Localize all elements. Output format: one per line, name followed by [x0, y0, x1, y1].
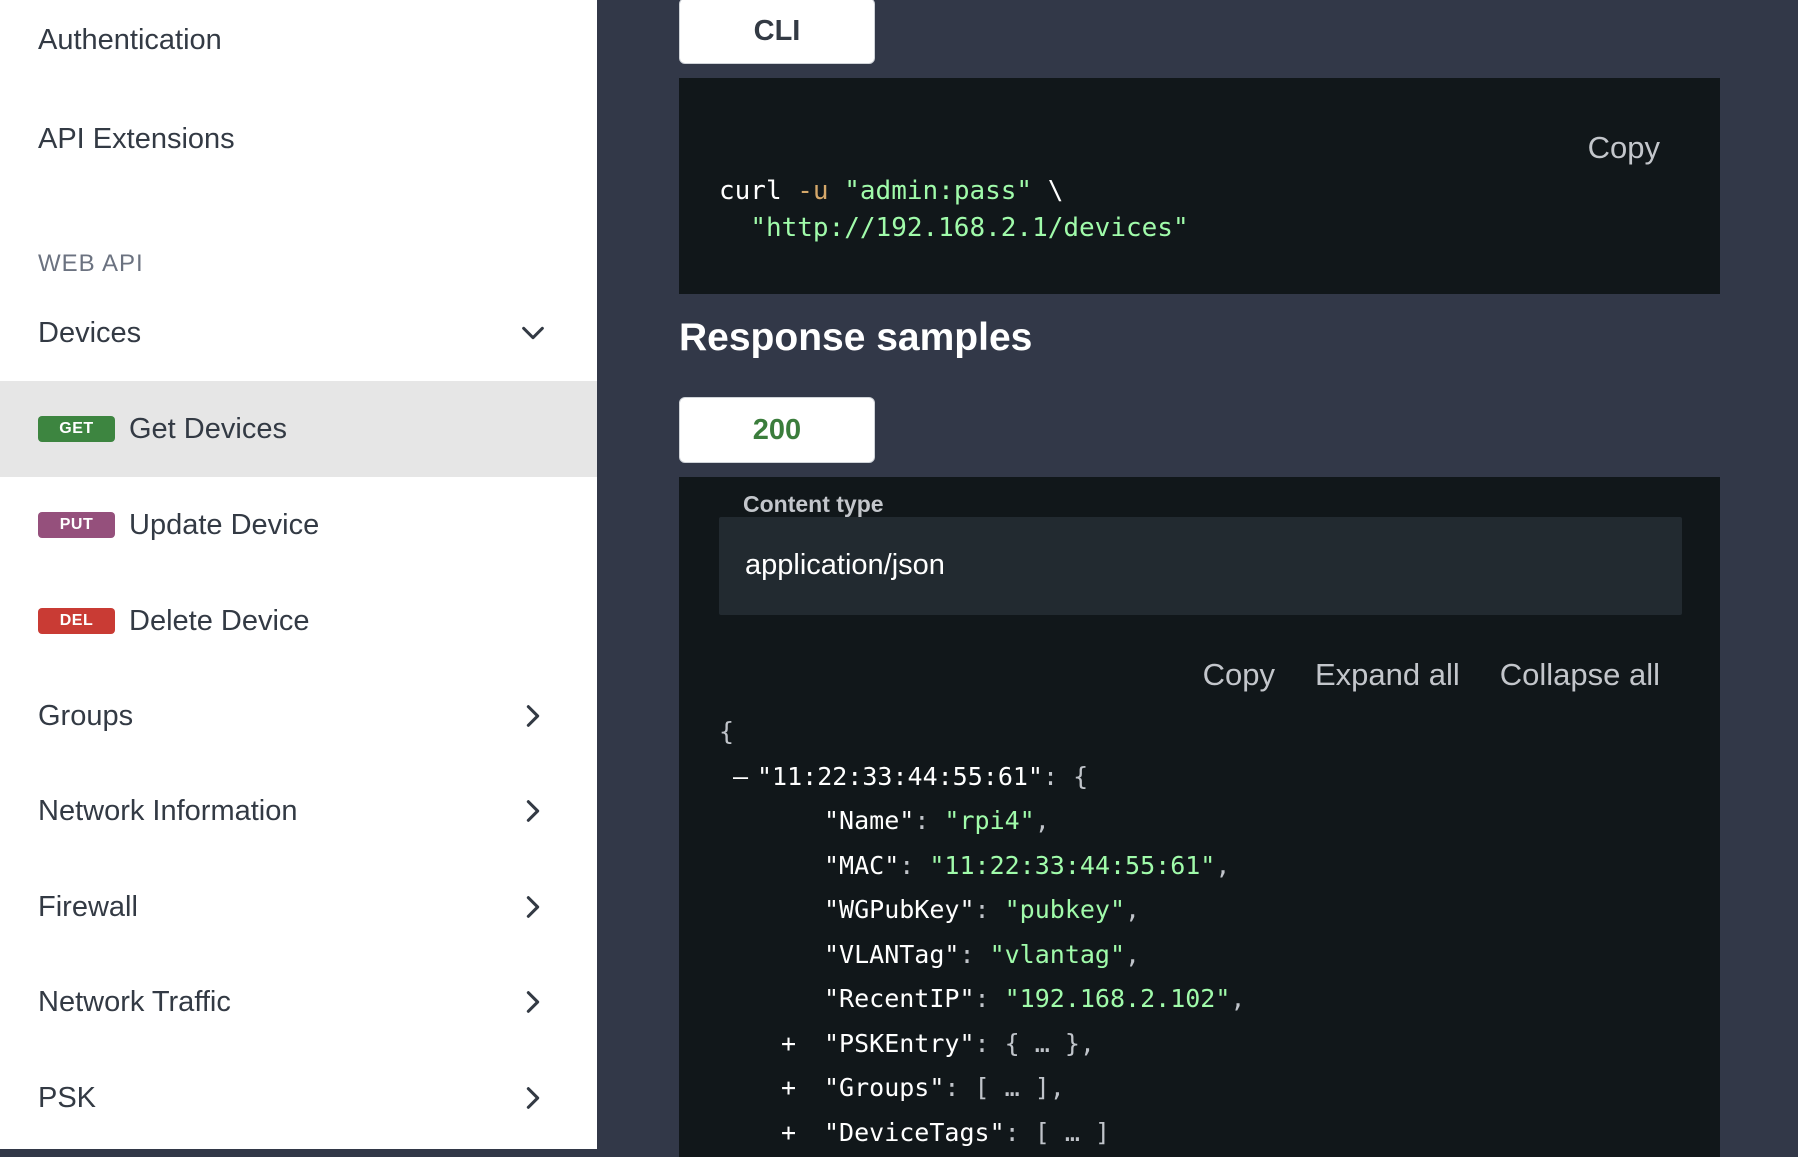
- json-line: "MAC": "11:22:33:44:55:61",: [824, 850, 1231, 880]
- main-panel: CLI Copy curl -u "admin:pass" \ "http://…: [597, 0, 1798, 1157]
- sidebar-item-label: Devices: [38, 316, 142, 349]
- chevron-right-icon: [513, 1078, 553, 1118]
- collapse-toggle[interactable]: –: [733, 755, 757, 800]
- json-viewer: { – "11:22:33:44:55:61": { "Name": "rpi4"…: [719, 710, 1245, 1155]
- json-key: "DeviceTags": [824, 1117, 1005, 1147]
- content-type-value: application/json: [745, 549, 945, 581]
- json-line: + "Groups": [ … ],: [719, 1066, 1245, 1111]
- sidebar-item-label: Firewall: [38, 890, 138, 923]
- json-line: + "PSKEntry": { … },: [719, 1022, 1245, 1067]
- sidebar-item-label: Authentication: [38, 23, 222, 56]
- expand-toggle[interactable]: +: [781, 1022, 824, 1067]
- sidebar-item-firewall[interactable]: Firewall: [0, 859, 597, 955]
- expand-all-button[interactable]: Expand all: [1315, 657, 1460, 693]
- curl-command: curl -u "admin:pass" \ "http://192.168.2…: [719, 173, 1189, 247]
- json-key: "RecentIP": [824, 984, 975, 1013]
- content-type-label: Content type: [743, 491, 884, 517]
- json-line: "RecentIP": "192.168.2.102",: [824, 984, 1246, 1013]
- response-sample-panel: Content type application/json Copy Expan…: [679, 477, 1720, 1157]
- json-line: + "DeviceTags": [ … ]: [719, 1111, 1245, 1156]
- chevron-right-icon: [513, 696, 553, 736]
- sidebar-item-label: PSK: [38, 1081, 97, 1114]
- json-key: "PSKEntry": [824, 1028, 975, 1058]
- sidebar-item-delete-device[interactable]: DEL Delete Device: [0, 573, 597, 669]
- json-key: "Name": [824, 806, 915, 835]
- code-token: -u: [797, 176, 829, 206]
- json-brace: {: [719, 717, 735, 746]
- json-value: "192.168.2.102": [1004, 984, 1231, 1013]
- json-key: "WGPubKey": [824, 895, 975, 924]
- sidebar-item-label: Network Traffic: [38, 985, 231, 1018]
- sidebar-item-label: Groups: [38, 699, 134, 732]
- expand-toggle[interactable]: +: [781, 1066, 824, 1111]
- sidebar-item-label: Network Information: [38, 794, 298, 827]
- sidebar-item-authentication[interactable]: Authentication: [0, 0, 597, 88]
- sidebar-item-label: API Extensions: [38, 122, 235, 155]
- code-token: "http://192.168.2.1/devices": [750, 213, 1189, 243]
- sidebar-item-network-information[interactable]: Network Information: [0, 763, 597, 859]
- sidebar-item-label: Get Devices: [129, 412, 287, 445]
- sidebar-item-label: Delete Device: [129, 604, 310, 637]
- json-value: "pubkey": [1004, 895, 1126, 924]
- json-collapsed-value: { … }: [1004, 1028, 1080, 1058]
- json-line: {: [719, 710, 1245, 755]
- json-key: "11:22:33:44:55:61": [757, 761, 1043, 791]
- sidebar-section-title: WEB API: [38, 250, 144, 277]
- expand-toggle[interactable]: +: [781, 1111, 824, 1156]
- json-actions: Copy Expand all Collapse all: [1203, 657, 1660, 693]
- copy-response-button[interactable]: Copy: [1203, 657, 1275, 693]
- chevron-down-icon: [513, 313, 553, 353]
- code-token: curl: [719, 176, 782, 206]
- json-collapsed-value: [ … ]: [974, 1073, 1050, 1102]
- json-value: "11:22:33:44:55:61": [929, 850, 1216, 880]
- sidebar-item-devices[interactable]: Devices: [0, 285, 597, 381]
- sidebar-item-psk[interactable]: PSK: [0, 1050, 597, 1146]
- json-line: "VLANTag": "vlantag",: [824, 939, 1141, 969]
- sidebar: Authentication API Extensions WEB API De…: [0, 0, 597, 1149]
- method-badge-put: PUT: [38, 512, 115, 538]
- json-line: – "11:22:33:44:55:61": {: [719, 755, 1245, 800]
- sidebar-item-update-device[interactable]: PUT Update Device: [0, 477, 597, 573]
- json-value: "vlantag": [989, 939, 1126, 969]
- json-key: "VLANTag": [824, 939, 960, 969]
- content-type-select[interactable]: Content type application/json: [719, 491, 1682, 615]
- tab-200[interactable]: 200: [679, 397, 875, 463]
- json-line: "WGPubKey": "pubkey",: [824, 895, 1141, 924]
- sidebar-item-api-extensions[interactable]: API Extensions: [0, 91, 597, 187]
- collapse-all-button[interactable]: Collapse all: [1500, 657, 1660, 693]
- response-samples-title: Response samples: [679, 316, 1033, 359]
- request-sample-code: Copy curl -u "admin:pass" \ "http://192.…: [679, 78, 1720, 294]
- sidebar-item-network-traffic[interactable]: Network Traffic: [0, 954, 597, 1050]
- json-key: "MAC": [824, 850, 900, 880]
- copy-request-button[interactable]: Copy: [1588, 130, 1660, 166]
- json-key: "Groups": [824, 1073, 945, 1102]
- json-line: "Name": "rpi4",: [824, 806, 1050, 835]
- sidebar-item-label: Update Device: [129, 508, 320, 541]
- chevron-right-icon: [513, 791, 553, 831]
- chevron-right-icon: [513, 982, 553, 1022]
- tab-cli[interactable]: CLI: [679, 0, 875, 64]
- method-badge-get: GET: [38, 416, 115, 442]
- method-badge-del: DEL: [38, 608, 115, 634]
- chevron-right-icon: [513, 887, 553, 927]
- json-value: "rpi4": [944, 806, 1035, 835]
- code-token: \: [1047, 176, 1064, 206]
- sidebar-item-get-devices[interactable]: GET Get Devices: [0, 381, 597, 477]
- sidebar-item-groups[interactable]: Groups: [0, 668, 597, 764]
- json-collapsed-value: [ … ]: [1034, 1117, 1110, 1147]
- code-token: "admin:pass": [844, 176, 1033, 206]
